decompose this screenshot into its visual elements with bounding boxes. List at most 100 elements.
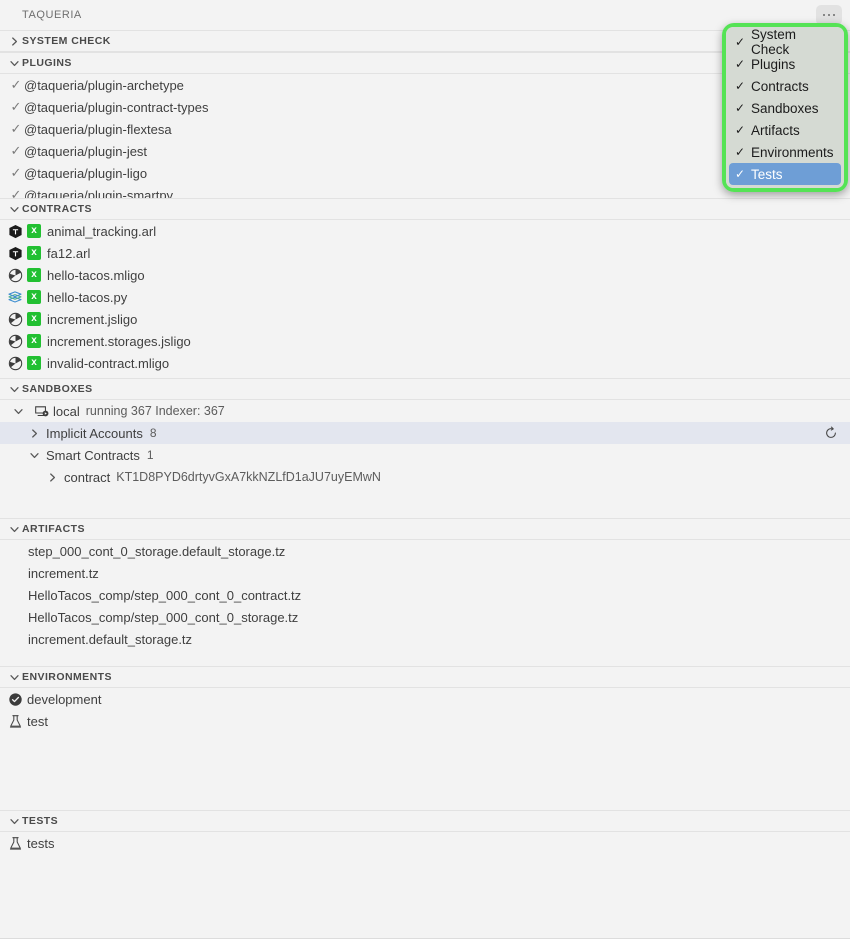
section-header-tests[interactable]: TESTS [0, 810, 850, 832]
menu-item-contracts[interactable]: ✓ Contracts [729, 75, 841, 97]
titlebar: TAQUERIA [0, 0, 850, 30]
more-actions-button[interactable] [816, 5, 842, 25]
contract-name: hello-tacos.py [47, 289, 128, 305]
sandboxes-tree: local running 367 Indexer: 367 Implicit … [0, 400, 850, 518]
plugin-name: @taqueria/plugin-ligo [24, 165, 148, 181]
menu-item-label: Sandboxes [751, 100, 819, 116]
list-item[interactable]: test [0, 710, 850, 732]
sandbox-node-local[interactable]: local running 367 Indexer: 367 [0, 400, 850, 422]
plugin-name: @taqueria/plugin-archetype [24, 77, 184, 93]
contracts-list: x animal_tracking.arl x fa12.arl x hello… [0, 220, 850, 378]
chevron-right-icon[interactable] [44, 469, 60, 485]
check-icon: ✓ [10, 121, 22, 136]
list-item[interactable]: ✓ @taqueria/plugin-smartpy [0, 184, 850, 198]
archetype-cube-icon [6, 224, 24, 239]
section-header-environments[interactable]: ENVIRONMENTS [0, 666, 850, 688]
implicit-accounts-label: Implicit Accounts [46, 425, 143, 441]
smart-contracts-label: Smart Contracts [46, 447, 140, 463]
list-item[interactable]: HelloTacos_comp/step_000_cont_0_storage.… [0, 606, 850, 628]
list-item[interactable]: x hello-tacos.py [0, 286, 850, 308]
error-badge-icon: x [27, 224, 41, 238]
chevron-down-icon[interactable] [10, 403, 26, 419]
error-badge-icon: x [27, 246, 41, 260]
section-title: ENVIRONMENTS [22, 671, 112, 683]
environments-filler [0, 732, 850, 810]
beaker-icon [6, 836, 24, 851]
sandbox-name: local [53, 403, 80, 419]
check-icon: ✓ [734, 79, 746, 93]
contract-name: increment.storages.jsligo [47, 333, 191, 349]
chevron-down-icon [6, 381, 22, 397]
chevron-down-icon [6, 55, 22, 71]
list-item[interactable]: HelloTacos_comp/step_000_cont_0_contract… [0, 584, 850, 606]
artifacts-list: step_000_cont_0_storage.default_storage.… [0, 540, 850, 666]
list-item[interactable]: x fa12.arl [0, 242, 850, 264]
titlebar-actions [816, 5, 842, 25]
beaker-icon [6, 714, 24, 729]
menu-item-environments[interactable]: ✓ Environments [729, 141, 841, 163]
archetype-cube-icon [6, 246, 24, 261]
menu-item-label: Contracts [751, 78, 809, 94]
section-header-contracts[interactable]: CONTRACTS [0, 198, 850, 220]
menu-item-label: System Check [751, 27, 797, 57]
menu-item-sandboxes[interactable]: ✓ Sandboxes [729, 97, 841, 119]
contract-address: KT1D8PYD6drtyvGxA7kkNZLfD1aJU7uyEMwN [116, 470, 381, 484]
ligo-circle-icon [6, 312, 24, 327]
section-header-artifacts[interactable]: ARTIFACTS [0, 518, 850, 540]
section-title: TESTS [22, 815, 59, 827]
check-icon: ✓ [734, 145, 746, 159]
environment-name: test [27, 713, 48, 729]
artifact-name: increment.tz [28, 565, 99, 581]
list-item[interactable]: development [0, 688, 850, 710]
smartpy-hexagon-icon [6, 289, 24, 305]
list-item[interactable]: increment.default_storage.tz [0, 628, 850, 650]
contract-name: increment.jsligo [47, 311, 138, 327]
list-item[interactable]: increment.tz [0, 562, 850, 584]
list-item[interactable]: x increment.jsligo [0, 308, 850, 330]
menu-item-system-check[interactable]: ✓ System Check [729, 27, 841, 57]
environments-list: development test [0, 688, 850, 810]
artifact-name: HelloTacos_comp/step_000_cont_0_storage.… [28, 609, 299, 625]
ligo-circle-icon [6, 334, 24, 349]
check-icon: ✓ [734, 57, 746, 71]
check-icon: ✓ [10, 77, 22, 92]
refresh-icon[interactable] [824, 426, 838, 440]
chevron-right-icon[interactable] [26, 425, 42, 441]
page-title: TAQUERIA [22, 9, 82, 21]
artifact-name: step_000_cont_0_storage.default_storage.… [28, 543, 286, 559]
smart-contracts-node[interactable]: Smart Contracts 1 [0, 444, 850, 466]
list-item[interactable]: x increment.storages.jsligo [0, 330, 850, 352]
contract-name: invalid-contract.mligo [47, 355, 170, 371]
chevron-down-icon[interactable] [26, 447, 42, 463]
list-item[interactable]: x animal_tracking.arl [0, 220, 850, 242]
menu-item-label: Artifacts [751, 122, 800, 138]
menu-item-artifacts[interactable]: ✓ Artifacts [729, 119, 841, 141]
chevron-down-icon [6, 201, 22, 217]
ellipsis-icon [827, 13, 831, 17]
check-icon: ✓ [10, 165, 22, 180]
check-icon: ✓ [734, 35, 746, 49]
list-item[interactable]: tests [0, 832, 850, 854]
list-item[interactable]: x hello-tacos.mligo [0, 264, 850, 286]
chevron-down-icon [6, 669, 22, 685]
view-sections-menu[interactable]: ✓ System Check ✓ Plugins ✓ Contracts ✓ S… [722, 23, 848, 192]
chevron-right-icon [6, 33, 22, 49]
section-title: ARTIFACTS [22, 523, 85, 535]
implicit-accounts-node[interactable]: Implicit Accounts 8 [0, 422, 850, 444]
check-icon: ✓ [734, 167, 746, 181]
menu-item-tests[interactable]: ✓ Tests [729, 163, 841, 185]
sandboxes-filler [0, 488, 850, 518]
smart-contract-entry[interactable]: contract KT1D8PYD6drtyvGxA7kkNZLfD1aJU7u… [0, 466, 850, 488]
error-badge-icon: x [27, 290, 41, 304]
section-title: SYSTEM CHECK [22, 35, 111, 47]
artifact-name: increment.default_storage.tz [28, 631, 193, 647]
list-item[interactable]: step_000_cont_0_storage.default_storage.… [0, 540, 850, 562]
error-badge-icon: x [27, 334, 41, 348]
test-name: tests [27, 835, 55, 851]
menu-item-label: Plugins [751, 56, 796, 72]
section-header-sandboxes[interactable]: SANDBOXES [0, 378, 850, 400]
menu-item-label: Tests [751, 166, 783, 182]
list-item[interactable]: x invalid-contract.mligo [0, 352, 850, 374]
tests-list: tests [0, 832, 850, 854]
contract-name: fa12.arl [47, 245, 91, 261]
